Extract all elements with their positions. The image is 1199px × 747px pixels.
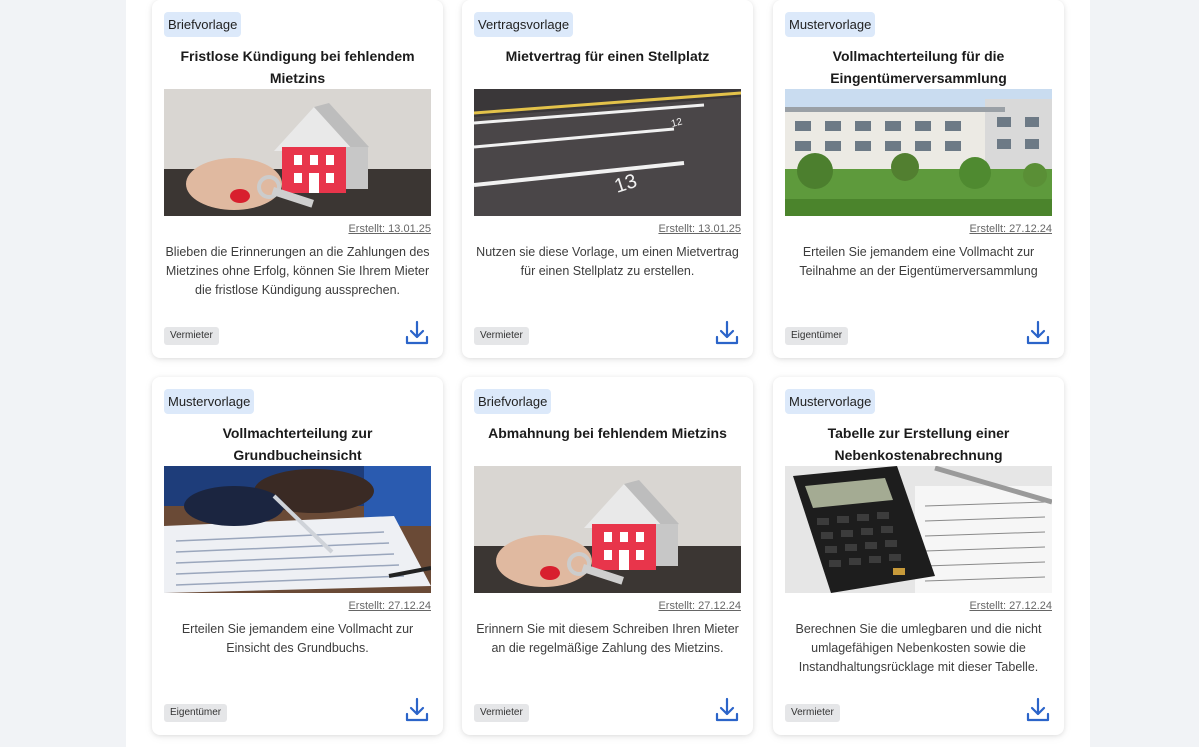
created-date: Erstellt: 13.01.25 xyxy=(348,223,431,235)
card-title[interactable]: Tabelle zur Erstellung einer Nebenkosten… xyxy=(787,422,1050,466)
card-description: Nutzen sie diese Vorlage, um einen Mietv… xyxy=(476,245,739,278)
card-description: Erteilen Sie jemandem eine Vollmacht zur… xyxy=(181,622,414,655)
audience-tag: Vermieter xyxy=(474,704,529,722)
download-icon[interactable] xyxy=(405,320,429,346)
house-with-keys-image[interactable] xyxy=(164,89,431,216)
category-badge: Vertragsvorlage xyxy=(474,12,574,37)
card-description: Erteilen Sie jemandem eine Vollmacht zur… xyxy=(799,245,1038,278)
signing-document-image[interactable] xyxy=(164,466,431,593)
category-badge: Briefvorlage xyxy=(164,12,242,37)
audience-tag: Vermieter xyxy=(474,327,529,345)
download-icon[interactable] xyxy=(715,320,739,346)
card-description: Berechnen Sie die umlegbaren und die nic… xyxy=(795,622,1042,674)
card-title[interactable]: Vollmachterteilung zur Grundbucheinsicht xyxy=(166,422,429,466)
card-title[interactable]: Mietvertrag für einen Stellplatz xyxy=(476,45,739,67)
category-badge: Mustervorlage xyxy=(785,12,876,37)
house-with-keys-image[interactable] xyxy=(474,466,741,593)
download-icon[interactable] xyxy=(1026,320,1050,346)
template-card[interactable]: Briefvorlage Abmahnung bei fehlendem Mie… xyxy=(462,377,753,735)
created-date: Erstellt: 27.12.24 xyxy=(969,600,1052,612)
card-description: Erinnern Sie mit diesem Schreiben Ihren … xyxy=(476,622,739,655)
template-card[interactable]: Briefvorlage Fristlose Kündigung bei feh… xyxy=(152,0,443,358)
card-title[interactable]: Abmahnung bei fehlendem Mietzins xyxy=(476,422,739,444)
created-date: Erstellt: 27.12.24 xyxy=(658,600,741,612)
template-card[interactable]: Mustervorlage Vollmachterteilung für die… xyxy=(773,0,1064,358)
created-date: Erstellt: 27.12.24 xyxy=(969,223,1052,235)
download-icon[interactable] xyxy=(1026,697,1050,723)
card-title[interactable]: Vollmachterteilung für die Eingentümerve… xyxy=(787,45,1050,89)
audience-tag: Vermieter xyxy=(785,704,840,722)
template-card[interactable]: Mustervorlage Tabelle zur Erstellung ein… xyxy=(773,377,1064,735)
apartment-building-image[interactable] xyxy=(785,89,1052,216)
template-card[interactable]: Mustervorlage Vollmachterteilung zur Gru… xyxy=(152,377,443,735)
category-badge: Briefvorlage xyxy=(474,389,552,414)
calculator-image[interactable] xyxy=(785,466,1052,593)
audience-tag: Vermieter xyxy=(164,327,219,345)
download-icon[interactable] xyxy=(405,697,429,723)
category-badge: Mustervorlage xyxy=(785,389,876,414)
created-date: Erstellt: 27.12.24 xyxy=(348,600,431,612)
card-description: Blieben die Erinnerungen an die Zahlunge… xyxy=(165,245,430,297)
category-badge: Mustervorlage xyxy=(164,389,255,414)
audience-tag: Eigentümer xyxy=(164,704,228,722)
card-title[interactable]: Fristlose Kündigung bei fehlendem Mietzi… xyxy=(166,45,429,89)
created-date: Erstellt: 13.01.25 xyxy=(658,223,741,235)
content-panel: Briefvorlage Fristlose Kündigung bei feh… xyxy=(126,0,1090,747)
template-card[interactable]: Vertragsvorlage Mietvertrag für einen St… xyxy=(462,0,753,358)
download-icon[interactable] xyxy=(715,697,739,723)
parking-lot-image[interactable]: 13 12 xyxy=(474,89,741,216)
audience-tag: Eigentümer xyxy=(785,327,849,345)
